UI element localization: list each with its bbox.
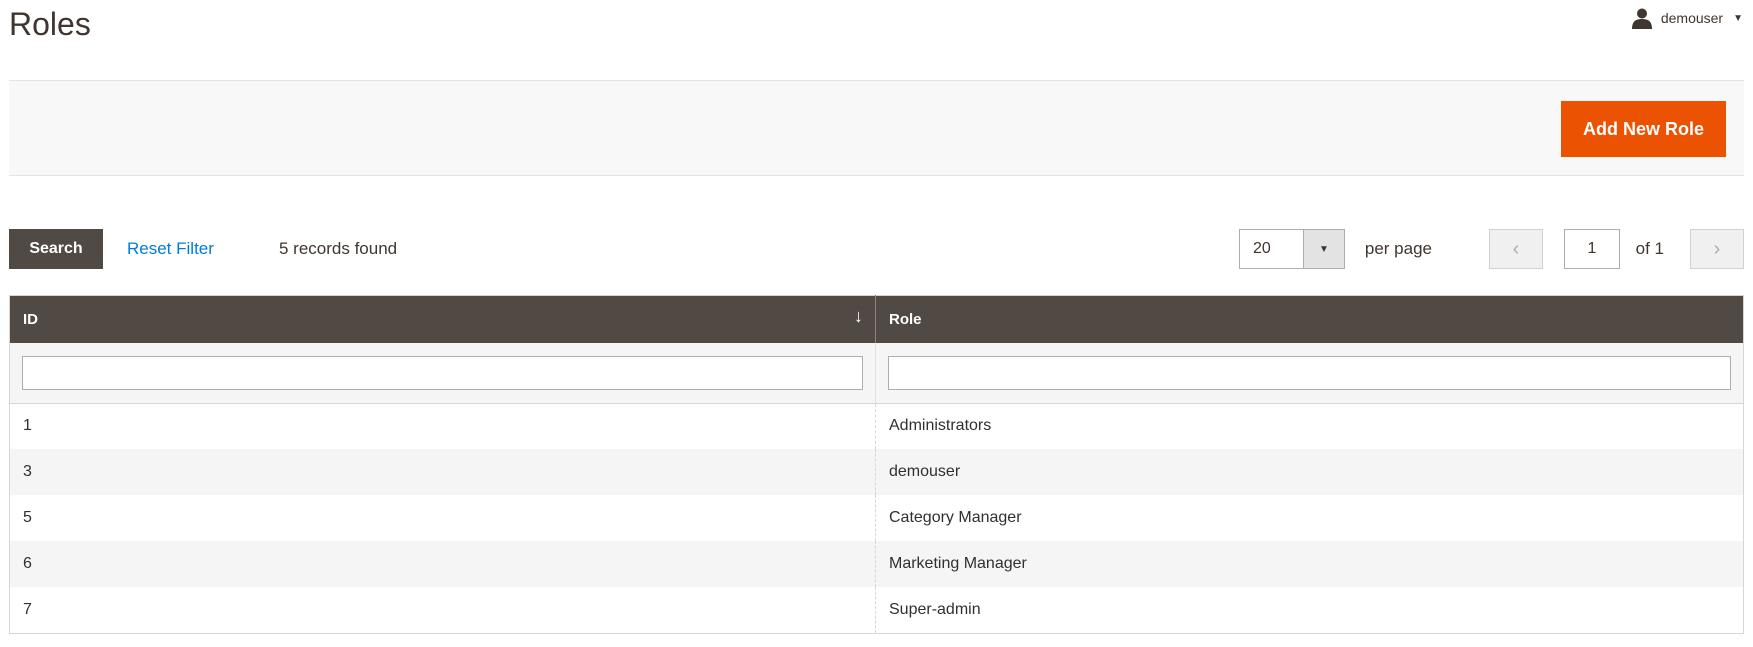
pager: 20 ▼ per page ‹ of 1 › <box>9 229 1744 269</box>
grid-toolbar: Search Reset Filter 5 records found 20 ▼… <box>9 229 1744 269</box>
column-header-label: ID <box>23 310 38 328</box>
column-header-role[interactable]: Role <box>875 295 1744 343</box>
role-filter-input[interactable] <box>888 355 1731 390</box>
table-row[interactable]: 1 Administrators <box>9 403 1744 449</box>
page-title: Roles <box>9 6 91 42</box>
column-header-id[interactable]: ID ↓ <box>9 295 876 343</box>
filter-cell-id <box>9 342 876 404</box>
add-new-role-button[interactable]: Add New Role <box>1560 101 1726 157</box>
page-actions-bar: Add New Role <box>9 80 1744 176</box>
chevron-left-icon: ‹ <box>1512 237 1520 260</box>
cell-id: 5 <box>9 495 876 541</box>
next-page-button[interactable]: › <box>1690 229 1744 269</box>
cell-role: demouser <box>875 449 1744 495</box>
cell-id: 7 <box>9 587 876 633</box>
user-icon <box>1631 7 1653 29</box>
table-row[interactable]: 3 demouser <box>9 449 1744 495</box>
grid-header-row: ID ↓ Role <box>9 295 1744 343</box>
cell-id: 1 <box>9 403 876 449</box>
table-row[interactable]: 7 Super-admin <box>9 587 1744 633</box>
table-row[interactable]: 5 Category Manager <box>9 495 1744 541</box>
filter-cell-role <box>875 342 1744 404</box>
current-page-input[interactable] <box>1564 229 1620 269</box>
user-account-menu[interactable]: demouser ▼ <box>1631 6 1743 30</box>
chevron-down-icon[interactable]: ▼ <box>1303 230 1344 268</box>
roles-page: Roles demouser ▼ Add New Role Search Res… <box>0 0 1753 647</box>
cell-id: 3 <box>9 449 876 495</box>
table-row[interactable]: 6 Marketing Manager <box>9 541 1744 587</box>
sort-arrow-icon: ↓ <box>854 306 863 326</box>
chevron-down-icon: ▼ <box>1733 12 1743 24</box>
total-pages-label: of 1 <box>1635 239 1664 258</box>
column-header-label: Role <box>889 310 922 328</box>
filter-row <box>9 342 1744 404</box>
cell-role: Administrators <box>889 417 992 435</box>
roles-grid: ID ↓ Role 1 Administrators 3 demouser 5 … <box>9 295 1744 634</box>
per-page-select[interactable]: 20 ▼ <box>1239 229 1345 269</box>
per-page-label: per page <box>1364 239 1432 258</box>
chevron-right-icon: › <box>1713 237 1721 260</box>
cell-role: Super-admin <box>889 600 981 618</box>
per-page-value: 20 <box>1253 240 1271 257</box>
cell-role: Marketing Manager <box>875 541 1744 587</box>
cell-id: 6 <box>9 541 876 587</box>
cell-role: Category Manager <box>889 509 1022 526</box>
grid-body: 1 Administrators 3 demouser 5 Category M… <box>9 403 1744 633</box>
id-filter-input[interactable] <box>22 355 863 390</box>
previous-page-button[interactable]: ‹ <box>1489 229 1543 269</box>
user-name: demouser <box>1660 10 1724 26</box>
